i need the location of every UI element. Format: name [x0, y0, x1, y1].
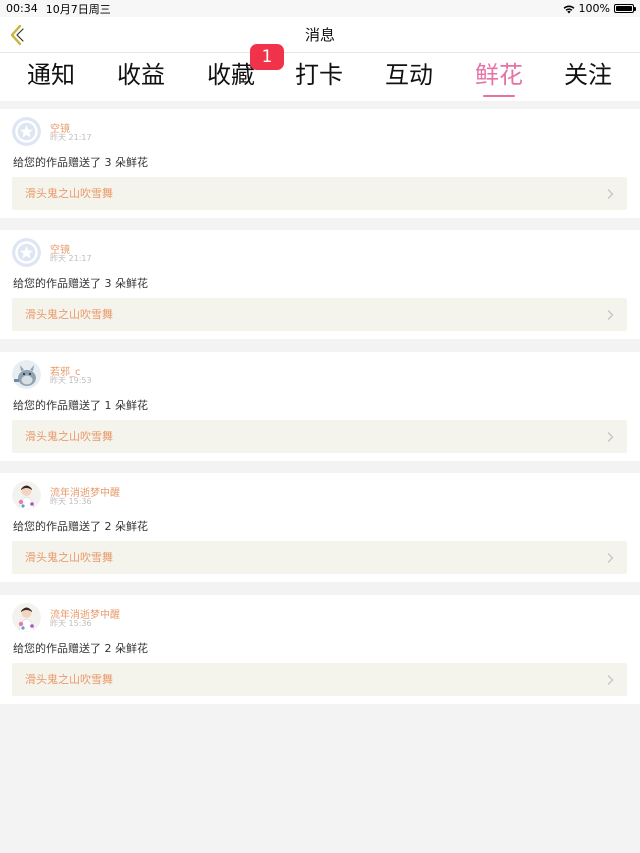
timestamp: 昨天 19:53	[50, 376, 92, 385]
work-link[interactable]: 滑头鬼之山吹雪舞	[12, 541, 627, 574]
unread-badge: 1	[250, 44, 284, 70]
tab-income[interactable]: 收益	[101, 57, 181, 97]
work-title: 滑头鬼之山吹雪舞	[25, 308, 113, 321]
work-title: 滑头鬼之山吹雪舞	[25, 430, 113, 443]
timestamp: 昨天 15:36	[50, 619, 92, 628]
tab-bar: 通知 收益 收藏 打卡 互动 鲜花 关注	[0, 53, 640, 101]
notification-message: 给您的作品赠送了 3 朵鲜花	[13, 277, 148, 290]
star-avatar-icon[interactable]	[12, 238, 41, 267]
notification-message: 给您的作品赠送了 1 朵鲜花	[13, 399, 148, 412]
notification-card: 若邪_c 昨天 19:53 给您的作品赠送了 1 朵鲜花 滑头鬼之山吹雪舞	[0, 352, 640, 461]
totoro-avatar-icon[interactable]	[12, 360, 41, 389]
notification-card: 流年消逝梦中醒 昨天 15:36 给您的作品赠送了 2 朵鲜花 滑头鬼之山吹雪舞	[0, 595, 640, 704]
tab-label: 收藏	[207, 61, 255, 89]
wifi-icon	[563, 5, 574, 13]
status-bar: 00:34 10月7日周三 100%	[0, 0, 640, 17]
work-link[interactable]: 滑头鬼之山吹雪舞	[12, 298, 627, 331]
status-right: 100%	[563, 0, 636, 17]
tab-label: 关注	[564, 61, 612, 89]
page-title: 消息	[304, 26, 335, 44]
notification-message: 给您的作品赠送了 2 朵鲜花	[13, 520, 148, 533]
timestamp: 昨天 21:17	[50, 133, 92, 142]
tab-label: 打卡	[295, 61, 343, 89]
notification-card: 空镜 昨天 21:17 给您的作品赠送了 3 朵鲜花 滑头鬼之山吹雪舞	[0, 230, 640, 339]
battery-icon	[614, 4, 636, 13]
notification-card: 流年消逝梦中醒 昨天 15:36 给您的作品赠送了 2 朵鲜花 滑头鬼之山吹雪舞	[0, 473, 640, 582]
tab-notice[interactable]: 通知	[11, 57, 91, 97]
chevron-right-icon	[607, 310, 614, 320]
work-link[interactable]: 滑头鬼之山吹雪舞	[12, 663, 627, 696]
tab-interaction[interactable]: 互动	[369, 57, 449, 97]
chevron-right-icon	[607, 432, 614, 442]
chevron-right-icon	[607, 189, 614, 199]
person-avatar-icon[interactable]	[12, 603, 41, 632]
active-tab-indicator	[483, 95, 515, 97]
notification-message: 给您的作品赠送了 2 朵鲜花	[13, 642, 148, 655]
notification-card: 空镜 昨天 21:17 给您的作品赠送了 3 朵鲜花 滑头鬼之山吹雪舞	[0, 109, 640, 218]
work-title: 滑头鬼之山吹雪舞	[25, 673, 113, 686]
work-title: 滑头鬼之山吹雪舞	[25, 187, 113, 200]
work-link[interactable]: 滑头鬼之山吹雪舞	[12, 420, 627, 453]
chevron-right-icon	[607, 553, 614, 563]
star-avatar-icon[interactable]	[12, 117, 41, 146]
chevron-right-icon	[607, 675, 614, 685]
tab-label: 通知	[27, 61, 75, 89]
work-link[interactable]: 滑头鬼之山吹雪舞	[12, 177, 627, 210]
notification-message: 给您的作品赠送了 3 朵鲜花	[13, 156, 148, 169]
tab-label: 鲜花	[475, 61, 523, 89]
tab-checkin[interactable]: 打卡	[279, 57, 359, 97]
nav-bar: 消息	[0, 17, 640, 53]
work-title: 滑头鬼之山吹雪舞	[25, 551, 113, 564]
timestamp: 昨天 15:36	[50, 497, 92, 506]
person-avatar-icon[interactable]	[12, 481, 41, 510]
status-time: 00:34	[6, 2, 38, 15]
timestamp: 昨天 21:17	[50, 254, 92, 263]
tab-follow[interactable]: 关注	[548, 57, 628, 97]
tab-flowers[interactable]: 鲜花	[459, 57, 539, 97]
tab-label: 互动	[385, 61, 433, 89]
tab-label: 收益	[117, 61, 165, 89]
battery-percent: 100%	[578, 2, 610, 15]
status-date: 10月7日周三	[45, 2, 111, 16]
